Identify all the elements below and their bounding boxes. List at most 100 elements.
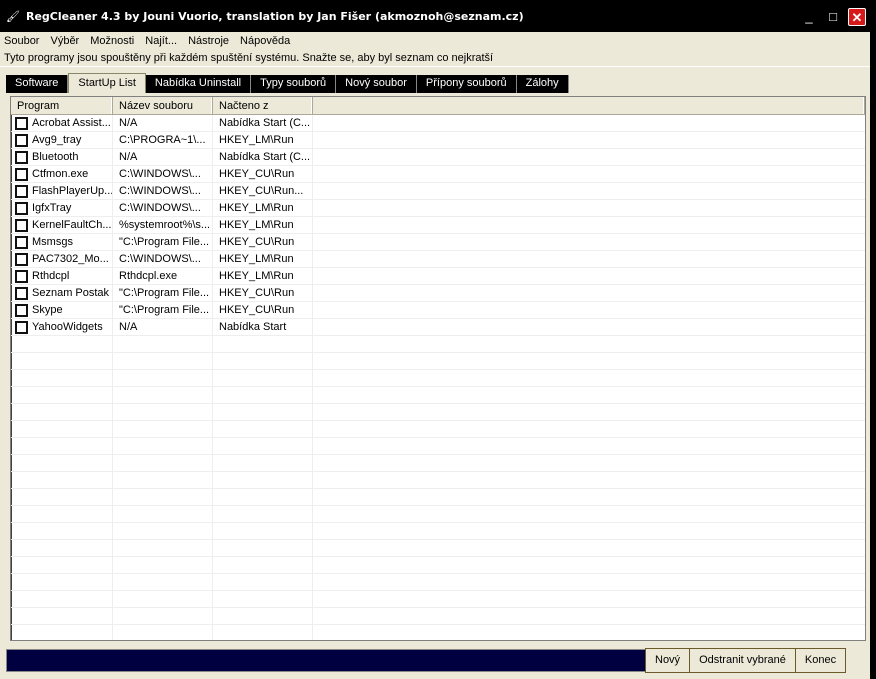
cell-filename: "C:\Program File... (113, 302, 213, 318)
empty-cell (113, 472, 213, 488)
menu-nastroje[interactable]: Nástroje (188, 35, 229, 47)
maximize-button[interactable]: □ (824, 8, 842, 26)
empty-cell (113, 506, 213, 522)
cell-program-wrap: Bluetooth (11, 149, 113, 165)
row-checkbox[interactable] (15, 235, 28, 249)
empty-cell (213, 370, 313, 386)
cell-program-wrap: Rthdcpl (11, 268, 113, 284)
cell-filename: C:\WINDOWS\... (113, 166, 213, 182)
cell-program-wrap: Skype (11, 302, 113, 318)
tab-file-types[interactable]: Typy souborů (251, 75, 337, 93)
empty-row (11, 489, 865, 506)
empty-cell (213, 608, 313, 624)
cell-program-wrap: YahooWidgets (11, 319, 113, 335)
column-filler (313, 97, 865, 114)
table-row[interactable]: KernelFaultCh... %systemroot%\s... HKEY_LM… (11, 217, 865, 234)
empty-cell (213, 506, 313, 522)
exit-button[interactable]: Konec (794, 648, 847, 673)
cell-program-wrap: IgfxTray (11, 200, 113, 216)
startup-list[interactable]: Program Název souboru Načteno z Acrobat … (10, 96, 866, 641)
tab-uninstall[interactable]: Nabídka Uninstall (145, 75, 252, 93)
tab-new-file[interactable]: Nový soubor (336, 75, 417, 93)
menu-moznosti[interactable]: Možnosti (90, 35, 134, 47)
empty-cell (11, 438, 113, 454)
empty-cell (11, 574, 113, 590)
row-checkbox[interactable] (15, 320, 28, 334)
tab-software[interactable]: Software (6, 75, 69, 93)
row-checkbox[interactable] (15, 150, 28, 164)
empty-cell (213, 523, 313, 539)
empty-row (11, 421, 865, 438)
empty-cell (11, 625, 113, 640)
empty-cell (113, 336, 213, 352)
menu-soubor[interactable]: Soubor (4, 35, 39, 47)
table-row[interactable]: Ctfmon.exe C:\WINDOWS\... HKEY_CU\Run (11, 166, 865, 183)
row-checkbox[interactable] (15, 303, 28, 317)
table-row[interactable]: Skype "C:\Program File... HKEY_CU\Run (11, 302, 865, 319)
empty-row (11, 387, 865, 404)
row-checkbox[interactable] (15, 252, 28, 266)
row-checkbox[interactable] (15, 269, 28, 283)
empty-row (11, 506, 865, 523)
remove-selected-button[interactable]: Odstranit vybrané (689, 648, 796, 673)
empty-cell (213, 404, 313, 420)
row-checkbox[interactable] (15, 201, 28, 215)
table-row[interactable]: PAC7302_Mo... C:\WINDOWS\... HKEY_LM\Run (11, 251, 865, 268)
cell-filename: C:\PROGRA~1\... (113, 132, 213, 148)
row-checkbox[interactable] (15, 286, 28, 300)
row-checkbox[interactable] (15, 218, 28, 232)
cell-program-wrap: Avg9_tray (11, 132, 113, 148)
menu-najit[interactable]: Najít... (145, 35, 177, 47)
table-row[interactable]: YahooWidgets N/A Nabídka Start (11, 319, 865, 336)
row-checkbox[interactable] (15, 116, 28, 130)
empty-cell (113, 421, 213, 437)
menu-napoveda[interactable]: Nápověda (240, 35, 290, 47)
tab-backups[interactable]: Zálohy (516, 75, 569, 93)
empty-cell (113, 557, 213, 573)
minimize-button[interactable]: _ (800, 8, 818, 26)
list-header: Program Název souboru Načteno z (11, 97, 865, 115)
table-row[interactable]: Msmsgs "C:\Program File... HKEY_CU\Run (11, 234, 865, 251)
table-row[interactable]: Seznam Postak "C:\Program File... HKEY_CU\… (11, 285, 865, 302)
empty-row (11, 608, 865, 625)
menu-vyber[interactable]: Výběr (50, 35, 79, 47)
empty-row (11, 353, 865, 370)
table-row[interactable]: Rthdcpl Rthdcpl.exe HKEY_LM\Run (11, 268, 865, 285)
row-checkbox[interactable] (15, 167, 28, 181)
empty-cell (113, 625, 213, 640)
empty-cell (213, 387, 313, 403)
cell-program: KernelFaultCh... (32, 219, 112, 231)
table-row[interactable]: Avg9_tray C:\PROGRA~1\... HKEY_LM\Run (11, 132, 865, 149)
tab-extensions[interactable]: Přípony souborů (416, 75, 517, 93)
cell-loaded-from: HKEY_CU\Run (213, 285, 313, 301)
empty-row (11, 591, 865, 608)
empty-cell (113, 455, 213, 471)
empty-row (11, 557, 865, 574)
empty-cell (11, 387, 113, 403)
cell-program: Rthdcpl (32, 270, 70, 282)
empty-cell (113, 489, 213, 505)
table-row[interactable]: FlashPlayerUp... C:\WINDOWS\... HKEY_CU\Ru… (11, 183, 865, 200)
column-program[interactable]: Program (11, 97, 113, 114)
cell-filename: C:\WINDOWS\... (113, 200, 213, 216)
column-filename[interactable]: Název souboru (113, 97, 213, 114)
cell-loaded-from: HKEY_LM\Run (213, 132, 313, 148)
cell-loaded-from: Nabídka Start (C... (213, 149, 313, 165)
table-row[interactable]: Acrobat Assist... N/A Nabídka Start (C... (11, 115, 865, 132)
table-row[interactable]: Bluetooth N/A Nabídka Start (C... (11, 149, 865, 166)
empty-row (11, 455, 865, 472)
row-checkbox[interactable] (15, 184, 28, 198)
row-checkbox[interactable] (15, 133, 28, 147)
empty-cell (213, 557, 313, 573)
cell-filename: "C:\Program File... (113, 285, 213, 301)
cell-filename: C:\WINDOWS\... (113, 251, 213, 267)
table-row[interactable]: IgfxTray C:\WINDOWS\... HKEY_LM\Run (11, 200, 865, 217)
cell-program-wrap: Seznam Postak (11, 285, 113, 301)
close-button[interactable]: ✕ (848, 8, 866, 26)
column-loaded-from[interactable]: Načteno z (213, 97, 313, 114)
new-button[interactable]: Nový (645, 648, 691, 673)
empty-row (11, 625, 865, 640)
cell-filename: N/A (113, 115, 213, 131)
empty-cell (11, 523, 113, 539)
tab-startup-list[interactable]: StartUp List (68, 73, 146, 93)
